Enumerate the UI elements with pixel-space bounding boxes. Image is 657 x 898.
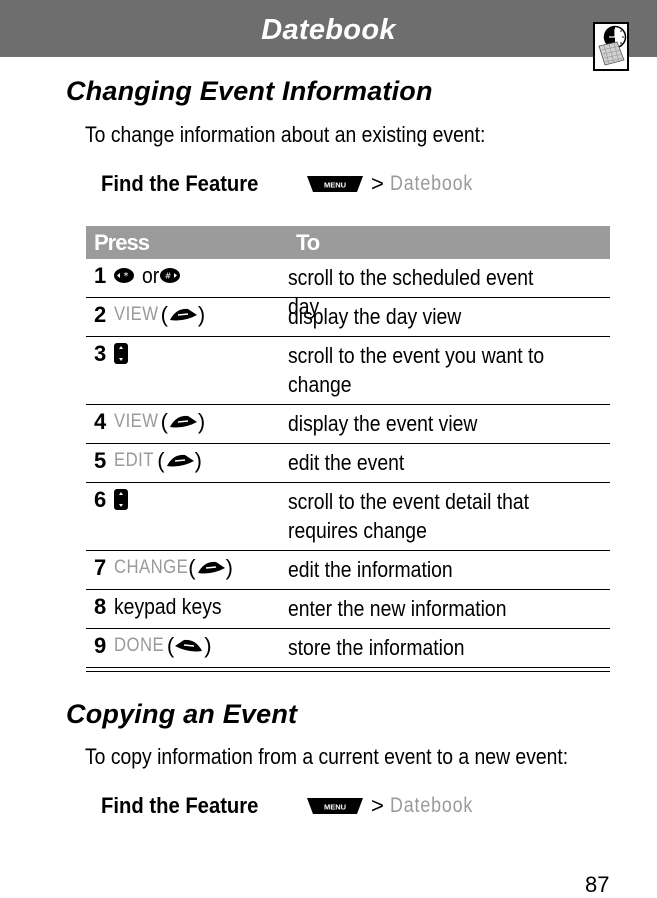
column-header-press: Press [94, 229, 150, 255]
feature-path: Datebook [389, 172, 474, 195]
table-row: 7 CHANGE ( ) edit the information [86, 551, 610, 590]
to-cell: edit the event [288, 450, 405, 475]
path-separator: > [371, 171, 384, 196]
table-row: 1 * or # scroll to the scheduled event d… [86, 259, 610, 319]
press-or-text: or [142, 263, 160, 288]
svg-text:*: * [124, 271, 129, 282]
softkey-label: CHANGE [114, 557, 189, 578]
path-separator: > [371, 793, 384, 818]
press-cell: keypad keys [114, 594, 288, 620]
feature-path: Datebook [389, 794, 474, 817]
step-number: 3 [94, 341, 107, 366]
table-row: 3 scroll to the event you want to change [86, 337, 610, 405]
page-header: Datebook [0, 0, 657, 57]
table-end-rule [86, 668, 610, 672]
hash-right-key-icon: # [159, 263, 180, 289]
table-row: 4 VIEW ( ) display the event view [86, 405, 610, 444]
scroll-up-down-key-icon [114, 489, 128, 516]
to-cell: store the information [288, 635, 465, 660]
find-the-feature-changing: Find the Feature MENU > Datebook [101, 169, 488, 199]
page-number: 87 [585, 872, 610, 897]
section-intro-copying-event: To copy information from a current event… [85, 744, 569, 769]
right-soft-key-icon [168, 409, 198, 435]
step-number: 6 [94, 487, 107, 512]
step-number: 2 [94, 302, 107, 327]
header-title: Datebook [261, 14, 396, 46]
svg-text:#: # [164, 272, 171, 281]
table-row: 9 DONE ( ) store the information [86, 629, 610, 667]
step-number: 4 [94, 409, 107, 434]
step-number: 8 [94, 594, 107, 619]
to-cell: edit the information [288, 557, 453, 582]
left-soft-key-icon [174, 633, 204, 659]
table-row: 8 keypad keys enter the new information [86, 590, 610, 629]
right-soft-key-icon [168, 302, 198, 328]
section-title-copying-event: Copying an Event [66, 699, 298, 729]
to-cell: enter the new information [288, 596, 507, 621]
softkey-label: EDIT [114, 450, 154, 471]
menu-key-icon: MENU [307, 798, 363, 814]
press-cell: VIEW ( ) [114, 409, 206, 435]
press-to-table: Press To 1 * or # scroll to the schedule… [86, 226, 610, 672]
column-header-to: To [296, 229, 320, 255]
svg-text:MENU: MENU [324, 803, 346, 812]
step-number: 7 [94, 555, 107, 580]
step-number: 1 [94, 263, 107, 288]
press-text: keypad keys [114, 594, 222, 619]
softkey-label: VIEW [114, 304, 159, 325]
press-cell [114, 341, 288, 370]
softkey-label: VIEW [114, 411, 159, 432]
scroll-up-down-key-icon [114, 343, 128, 370]
step-number: 5 [94, 448, 107, 473]
right-soft-key-icon [196, 555, 226, 581]
section-intro-changing-event: To change information about an existing … [85, 122, 486, 147]
step-number: 9 [94, 633, 107, 658]
find-the-feature-label: Find the Feature [101, 171, 259, 196]
press-cell [114, 487, 288, 516]
to-cell: display the event view [288, 411, 478, 436]
softkey-label: DONE [114, 635, 165, 656]
press-cell: VIEW ( ) [114, 302, 206, 328]
svg-text:MENU: MENU [324, 181, 346, 190]
find-the-feature-copying: Find the Feature MENU > Datebook [101, 791, 488, 821]
section-title-changing-event: Changing Event Information [66, 76, 433, 106]
press-cell: CHANGE ( ) [114, 555, 233, 581]
to-cell: scroll to the event you want to change [288, 343, 545, 397]
table-row: 6 scroll to the event detail that requir… [86, 483, 610, 551]
press-cell: * or # [114, 263, 288, 289]
right-soft-key-icon [165, 448, 195, 474]
menu-key-icon: MENU [307, 176, 363, 192]
left-star-key-icon: * [114, 263, 134, 289]
to-cell: scroll to the event detail that requires… [288, 489, 530, 543]
press-cell: EDIT ( ) [114, 448, 202, 474]
press-cell: DONE ( ) [114, 633, 212, 659]
table-header: Press To [86, 226, 610, 259]
datebook-calendar-clock-icon [593, 22, 629, 71]
find-the-feature-label: Find the Feature [101, 793, 259, 818]
table-row: 5 EDIT ( ) edit the event [86, 444, 610, 483]
